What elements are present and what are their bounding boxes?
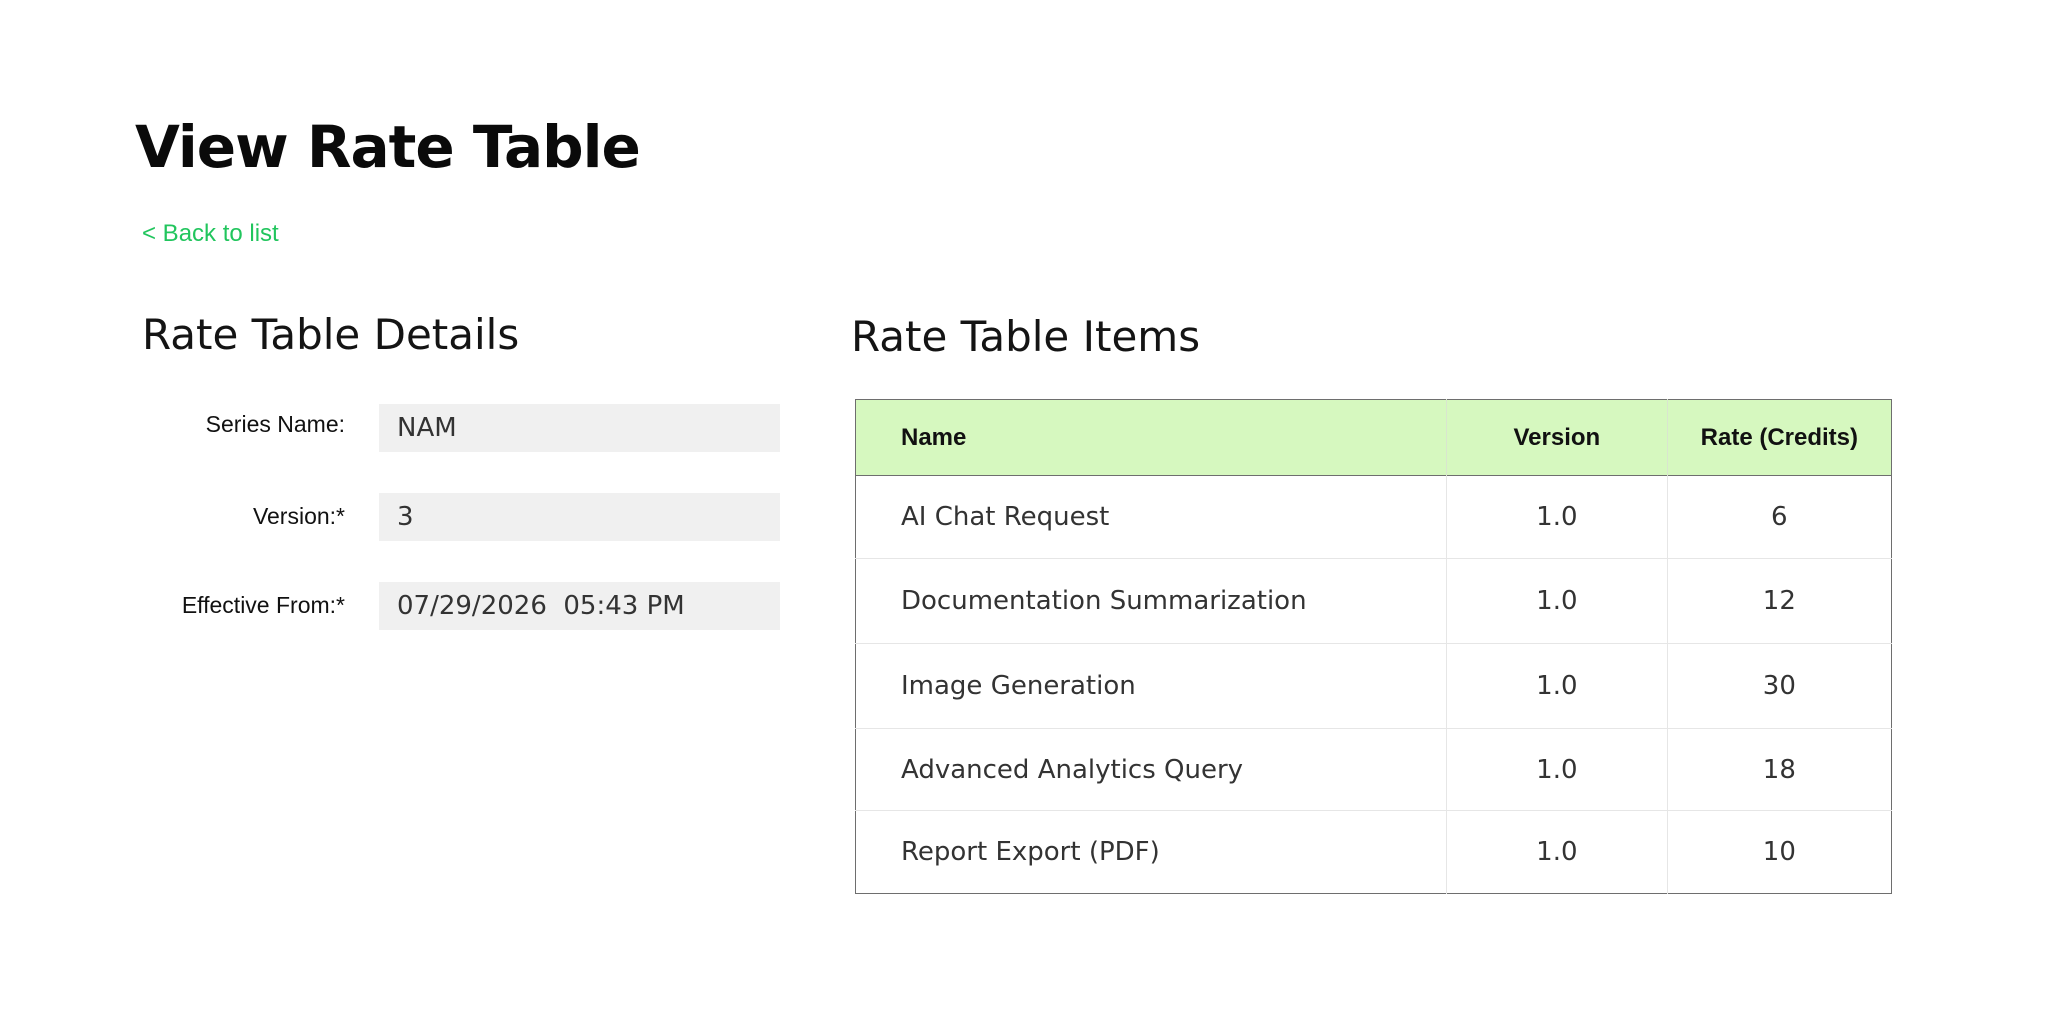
row-version-cell: 1.0 [1446,558,1668,644]
row-name-cell: Advanced Analytics Query [855,728,1448,811]
table-row: Report Export (PDF) 1.0 10 [855,810,1892,894]
effective-from-label: Effective From:* [181,592,345,618]
back-to-list-link[interactable]: < Back to list [142,220,279,248]
table-header-row: Name Version Rate (Credits) [855,399,1892,476]
row-name-cell: AI Chat Request [855,475,1448,559]
series-name-field[interactable] [379,404,780,452]
items-section-title: Rate Table Items [851,312,1201,361]
table-row: Advanced Analytics Query 1.0 18 [855,728,1892,811]
row-rate-cell: 10 [1762,837,1796,867]
row-version-cell: 1.0 [1446,475,1668,559]
view-rate-table-page: View Rate Table < Back to list Rate Tabl… [0,0,2062,1021]
row-rate-cell: 12 [1762,586,1796,616]
table-row: Documentation Summarization 1.0 12 [855,558,1892,644]
rate-items-table: Name Version Rate (Credits) AI Chat Requ… [855,399,1892,894]
row-rate-cell: 18 [1762,754,1796,785]
row-version-cell: 1.0 [1446,728,1668,811]
page-title: View Rate Table [135,113,641,181]
version-label: Version:* [252,503,345,529]
table-row: AI Chat Request 1.0 6 [855,475,1892,559]
row-name-cell: Documentation Summarization [855,558,1448,644]
row-rate-cell: 30 [1762,671,1796,701]
effective-from-field[interactable] [379,582,780,630]
row-name-cell: Image Generation [855,643,1448,729]
row-rate-cell: 6 [1771,502,1788,532]
series-name-label: Series Name: [205,411,345,437]
row-name-cell: Report Export (PDF) [855,810,1448,894]
version-field[interactable] [379,493,780,541]
row-version-cell: 1.0 [1446,643,1668,729]
column-header-rate: Rate (Credits) [1700,423,1858,451]
column-header-name: Name [855,399,1448,476]
column-header-version: Version [1446,399,1668,476]
table-row: Image Generation 1.0 30 [855,643,1892,729]
row-version-cell: 1.0 [1446,810,1668,894]
details-section-title: Rate Table Details [142,310,520,359]
